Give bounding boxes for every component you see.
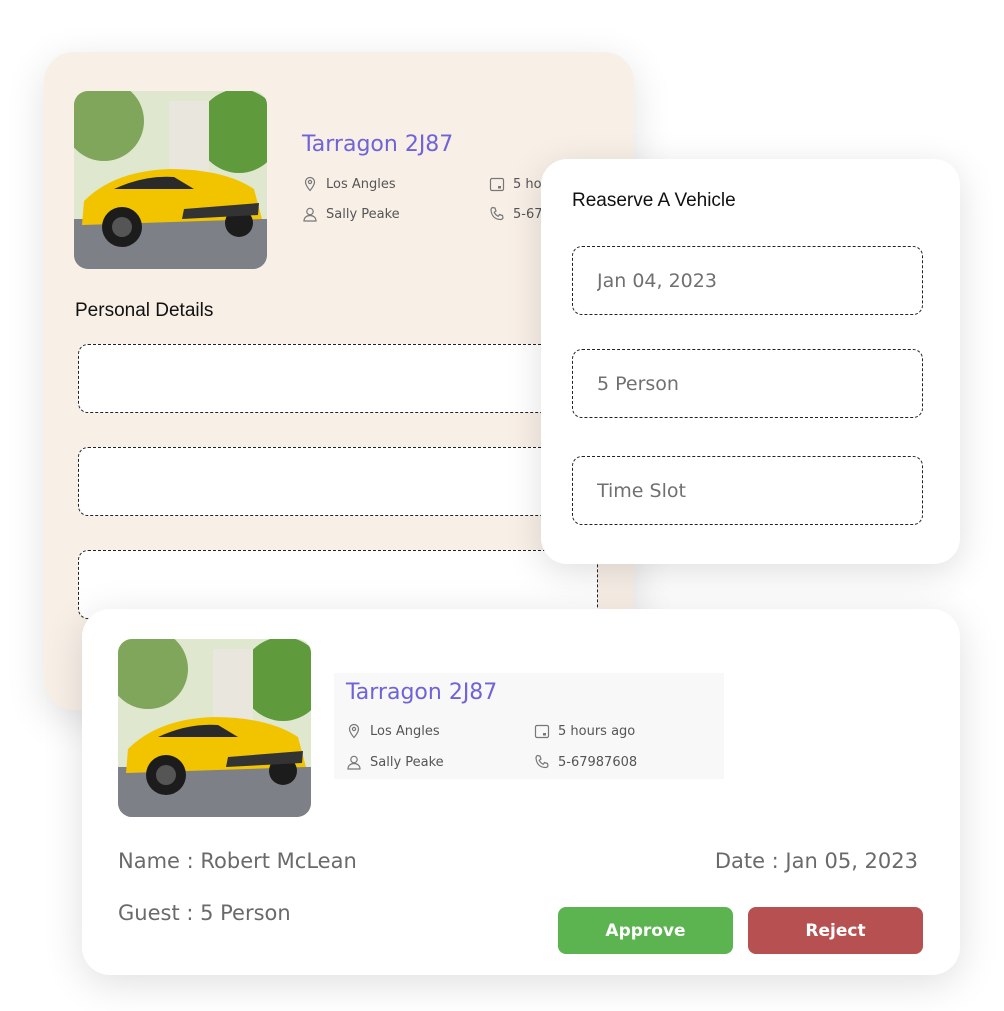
reserve-title: Reaserve A Vehicle (572, 190, 736, 211)
vehicle-title: Tarragon 2J87 (302, 132, 454, 157)
phone-icon (535, 754, 549, 769)
owner-meta: Sally Peake (346, 754, 444, 770)
personal-details-title: Personal Details (75, 300, 214, 321)
phone-text: 5-67987608 (558, 754, 638, 770)
guest-name: Name : Robert McLean (118, 849, 357, 873)
owner-text: Sally Peake (326, 206, 400, 222)
calendar-icon (534, 724, 550, 739)
time-slot-field[interactable] (572, 456, 923, 525)
time-text: 5 hours ago (558, 723, 636, 739)
date-field[interactable] (572, 246, 923, 315)
location-text: Los Angles (370, 723, 440, 739)
booking-request-card: Tarragon 2J87 Los Angles Sally Peake 5 h… (82, 609, 960, 975)
car-photo (118, 639, 311, 817)
location-meta: Los Angles (346, 723, 440, 739)
vehicle-title: Tarragon 2J87 (346, 680, 498, 705)
time-slot-input[interactable] (573, 457, 922, 524)
approve-button[interactable]: Approve (558, 907, 733, 954)
personal-input-1[interactable] (79, 345, 597, 412)
car-photo (74, 91, 267, 269)
phone-icon (490, 206, 504, 221)
location-pin-icon (348, 723, 360, 739)
user-icon (347, 755, 361, 770)
date-input[interactable] (573, 247, 922, 314)
booking-date: Date : Jan 05, 2023 (714, 849, 918, 873)
location-meta: Los Angles (302, 176, 396, 192)
owner-meta: Sally Peake (302, 206, 400, 222)
personal-field-2[interactable] (78, 447, 598, 516)
guests-input[interactable] (573, 350, 922, 417)
personal-input-2[interactable] (79, 448, 597, 515)
calendar-icon (489, 177, 505, 192)
guest-count: Guest : 5 Person (118, 901, 291, 925)
user-icon (303, 207, 317, 222)
location-text: Los Angles (326, 176, 396, 192)
reject-button[interactable]: Reject (748, 907, 923, 954)
owner-text: Sally Peake (370, 754, 444, 770)
guests-field[interactable] (572, 349, 923, 418)
personal-input-3[interactable] (79, 551, 597, 618)
personal-field-1[interactable] (78, 344, 598, 413)
time-meta: 5 hours ago (534, 723, 635, 739)
reserve-vehicle-card: Reaserve A Vehicle (541, 159, 960, 564)
location-pin-icon (304, 176, 316, 192)
phone-meta: 5-67987608 (534, 754, 637, 770)
